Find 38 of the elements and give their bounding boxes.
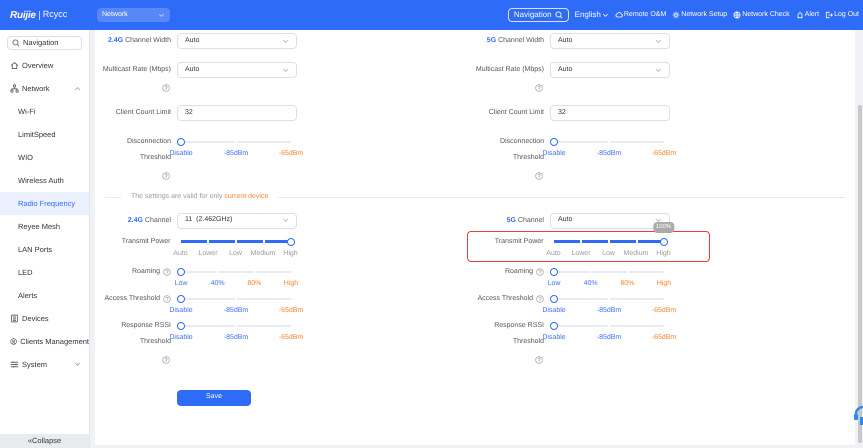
slider-thumb[interactable] xyxy=(286,238,294,246)
chevron-down-icon xyxy=(655,38,662,44)
device-icon xyxy=(10,314,19,323)
logout-icon xyxy=(825,11,834,19)
network-icon xyxy=(10,84,19,93)
slider-thumb[interactable] xyxy=(177,322,185,330)
search-icon xyxy=(554,11,563,19)
chevron-down-icon xyxy=(282,217,289,224)
chevron-down-icon xyxy=(655,66,662,74)
slider-thumb[interactable] xyxy=(550,322,558,330)
globe-icon xyxy=(733,11,742,19)
chevron-down-icon xyxy=(655,217,662,224)
slider-thumb[interactable] xyxy=(177,268,185,276)
language-select[interactable]: English xyxy=(574,9,609,21)
chevron-down-icon xyxy=(282,66,289,74)
navigation-search[interactable]: Navigation xyxy=(508,8,569,22)
slider-thumb[interactable] xyxy=(550,138,558,146)
slider-thumb[interactable] xyxy=(177,138,185,146)
chevron-down-icon xyxy=(74,361,81,368)
product-logo: Rcycc xyxy=(42,8,68,22)
search-icon xyxy=(12,39,20,47)
slider-thumb[interactable] xyxy=(660,238,668,246)
chevron-down-icon xyxy=(158,12,165,18)
chevron-down-icon xyxy=(282,38,289,44)
chevron-down-icon xyxy=(602,12,609,18)
chevron-up-icon xyxy=(74,85,81,92)
headset-icon[interactable] xyxy=(853,404,863,426)
slider-thumb[interactable] xyxy=(550,268,558,276)
gear-icon xyxy=(672,11,680,19)
user-icon xyxy=(10,337,18,346)
sliders-icon xyxy=(10,360,19,369)
slider-thumb[interactable] xyxy=(550,294,558,302)
cloud-icon xyxy=(614,11,623,19)
brand-logo: Ruijie xyxy=(10,8,36,22)
slider-thumb[interactable] xyxy=(177,294,185,302)
alarm-icon xyxy=(796,11,804,19)
home-icon xyxy=(10,61,19,70)
scrollbar[interactable] xyxy=(858,105,862,443)
